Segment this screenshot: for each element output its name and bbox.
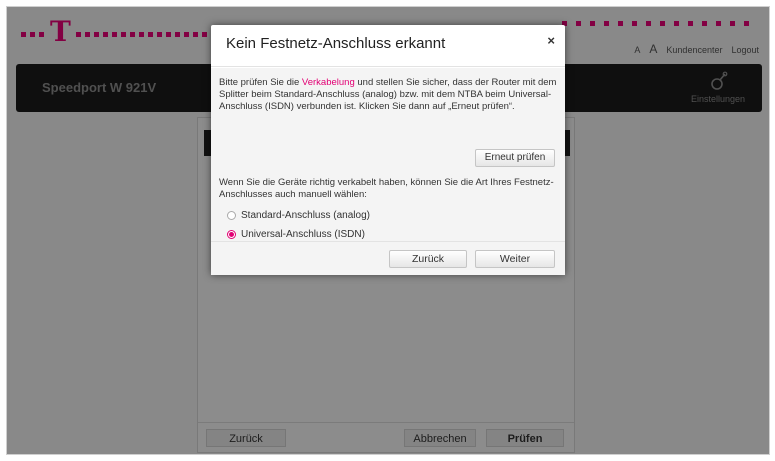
radio-button-unselected[interactable] xyxy=(227,211,236,220)
product-name: Speedport W 921V xyxy=(42,80,157,95)
connection-dialog: Kein Festnetz-Anschluss erkannt × Bitte … xyxy=(211,25,565,275)
cabling-link[interactable]: Verkabelung xyxy=(302,77,355,88)
settings-button[interactable]: Einstellungen xyxy=(688,70,748,104)
header-links: A A Kundencenter Logout xyxy=(634,42,759,56)
radio-option-analog[interactable]: Standard-Anschluss (analog) xyxy=(227,210,370,221)
close-icon[interactable]: × xyxy=(547,33,555,48)
radio-button-selected[interactable] xyxy=(227,230,236,239)
dialog-back-button[interactable]: Zurück xyxy=(389,250,467,268)
brand-dots xyxy=(562,21,758,26)
panel-check-button[interactable]: Prüfen xyxy=(486,429,564,447)
radio-option-isdn[interactable]: Universal-Anschluss (ISDN) xyxy=(227,229,365,240)
panel-cancel-button[interactable]: Abbrechen xyxy=(404,429,476,447)
kundencenter-link[interactable]: Kundencenter xyxy=(666,45,722,55)
dialog-footer: Zurück Weiter xyxy=(211,241,565,275)
font-size-large-button[interactable]: A xyxy=(649,42,657,56)
check-again-button[interactable]: Erneut prüfen xyxy=(475,149,555,167)
instructions-text-start: Bitte prüfen Sie die xyxy=(219,77,302,88)
manual-selection-text: Wenn Sie die Geräte richtig verkabelt ha… xyxy=(219,177,554,200)
dialog-title: Kein Festnetz-Anschluss erkannt xyxy=(226,35,446,52)
radio-label-isdn: Universal-Anschluss (ISDN) xyxy=(241,229,365,240)
radio-label-analog: Standard-Anschluss (analog) xyxy=(241,210,370,221)
font-size-small-button[interactable]: A xyxy=(634,45,640,55)
cabling-instructions: Bitte prüfen Sie die Verkabelung und ste… xyxy=(219,77,557,113)
gear-icon xyxy=(711,71,728,90)
panel-back-button[interactable]: Zurück xyxy=(206,429,286,447)
dialog-body: Bitte prüfen Sie die Verkabelung und ste… xyxy=(211,68,565,241)
wizard-panel-footer: Zurück Abbrechen Prüfen xyxy=(198,422,574,452)
dialog-next-button[interactable]: Weiter xyxy=(475,250,555,268)
logout-link[interactable]: Logout xyxy=(731,45,759,55)
settings-label: Einstellungen xyxy=(690,94,746,104)
dialog-header: Kein Festnetz-Anschluss erkannt × xyxy=(211,25,565,67)
